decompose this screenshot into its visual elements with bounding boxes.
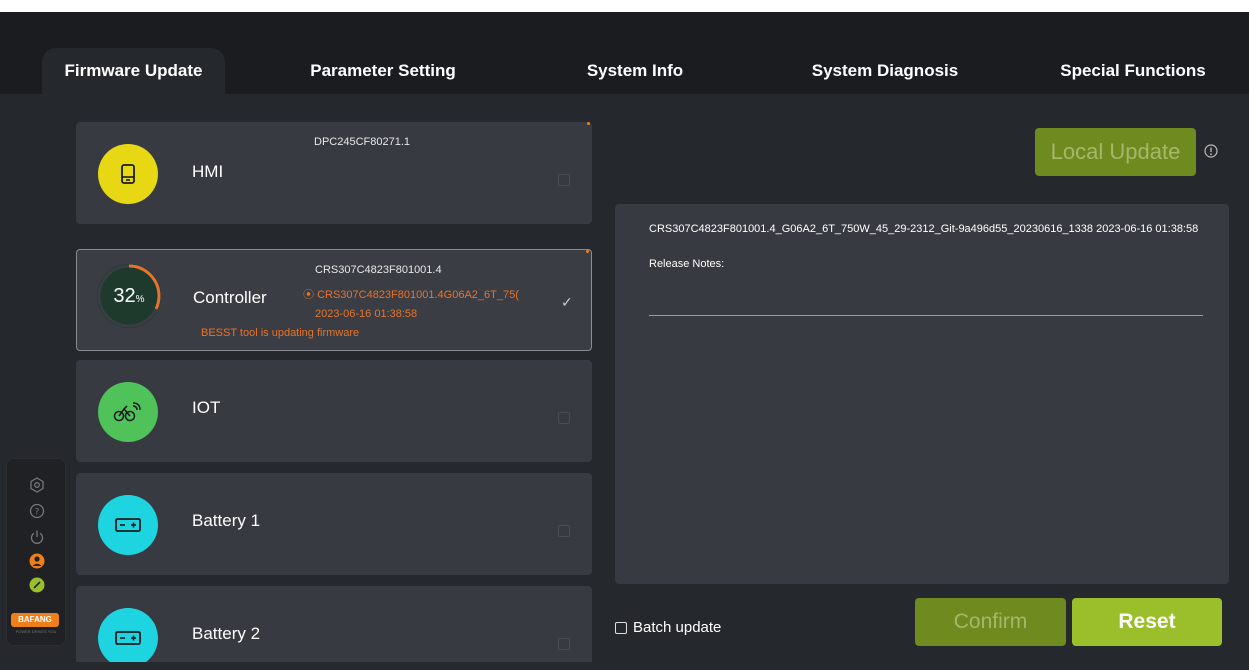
device-card-iot[interactable]: IOT: [76, 360, 592, 462]
tab-system-info[interactable]: System Info: [560, 48, 710, 94]
check-icon[interactable]: ✓: [561, 294, 573, 311]
batch-update-option[interactable]: Batch update: [615, 619, 721, 636]
bike-iot-icon: [113, 402, 141, 422]
progress-unit: %: [135, 293, 145, 305]
device-card-battery-1[interactable]: Battery 1: [76, 473, 592, 575]
device-name: IOT: [192, 398, 221, 417]
device-checkbox[interactable]: [558, 638, 570, 650]
sidebar: ? BAFANG POWER DRIVES YOU: [6, 458, 66, 646]
user-icon[interactable]: [29, 553, 45, 569]
iot-icon-circle: [98, 382, 158, 442]
update-status: BESST tool is updating firmware: [201, 327, 360, 339]
release-notes-label: Release Notes:: [649, 258, 725, 270]
battery-icon: [115, 631, 141, 645]
device-card-controller[interactable]: 32% Controller CRS307C4823F801001.4 ⦿ CR…: [76, 249, 592, 351]
batch-update-checkbox[interactable]: [615, 621, 627, 634]
tab-bar: Firmware Update Parameter Setting System…: [0, 12, 1249, 94]
tab-special-functions[interactable]: Special Functions: [1040, 48, 1226, 94]
power-icon[interactable]: [29, 529, 45, 545]
batch-update-label: Batch update: [633, 619, 722, 636]
app-window: Firmware Update Parameter Setting System…: [0, 12, 1249, 670]
release-info-panel: CRS307C4823F801001.4_G06A2_6T_750W_45_29…: [615, 204, 1229, 584]
tab-firmware-update[interactable]: Firmware Update: [42, 48, 225, 94]
tab-parameter-setting[interactable]: Parameter Setting: [286, 48, 480, 94]
device-checkbox[interactable]: [558, 525, 570, 537]
tab-system-diagnosis[interactable]: System Diagnosis: [790, 48, 980, 94]
target-icon: ⦿: [303, 289, 314, 301]
confirm-button[interactable]: Confirm: [915, 598, 1066, 646]
device-version: DPC245CF80271.1: [314, 136, 411, 148]
status-dot: [586, 250, 589, 253]
brand-logo: BAFANG: [11, 613, 59, 627]
display-icon: [121, 164, 135, 184]
battery-2-icon-circle: [98, 608, 158, 662]
progress-value: 32: [113, 284, 136, 307]
device-list: HMI DPC245CF80271.1 32% Controller CRS30…: [76, 122, 594, 662]
device-name: Battery 1: [192, 511, 261, 530]
status-dot: [587, 122, 590, 125]
settings-icon[interactable]: [29, 477, 45, 493]
target-date: 2023-06-16 01:38:58: [315, 308, 418, 320]
device-version: CRS307C4823F801001.4: [315, 264, 442, 276]
help-icon[interactable]: ?: [29, 503, 45, 519]
firmware-info: CRS307C4823F801001.4_G06A2_6T_750W_45_29…: [649, 223, 1199, 235]
info-icon[interactable]: [1204, 144, 1218, 158]
progress-ring: 32%: [97, 264, 161, 328]
notes-divider: [649, 315, 1203, 316]
device-name: Battery 2: [192, 624, 261, 643]
device-card-hmi[interactable]: HMI DPC245CF80271.1: [76, 122, 592, 224]
device-name: HMI: [192, 162, 224, 181]
device-card-battery-2[interactable]: Battery 2: [76, 586, 592, 662]
device-name: Controller: [193, 288, 267, 307]
hmi-icon-circle: [98, 144, 158, 204]
target-version: ⦿ CRS307C4823F801001.4G06A2_6T_75(: [303, 289, 519, 301]
local-update-button[interactable]: Local Update: [1035, 128, 1196, 176]
device-checkbox[interactable]: [558, 412, 570, 424]
battery-1-icon-circle: [98, 495, 158, 555]
device-checkbox[interactable]: [558, 174, 570, 186]
brand-tagline: POWER DRIVES YOU: [15, 629, 57, 634]
battery-icon: [115, 518, 141, 532]
link-icon[interactable]: [29, 577, 45, 593]
svg-text:?: ?: [35, 508, 40, 518]
reset-button[interactable]: Reset: [1072, 598, 1222, 646]
